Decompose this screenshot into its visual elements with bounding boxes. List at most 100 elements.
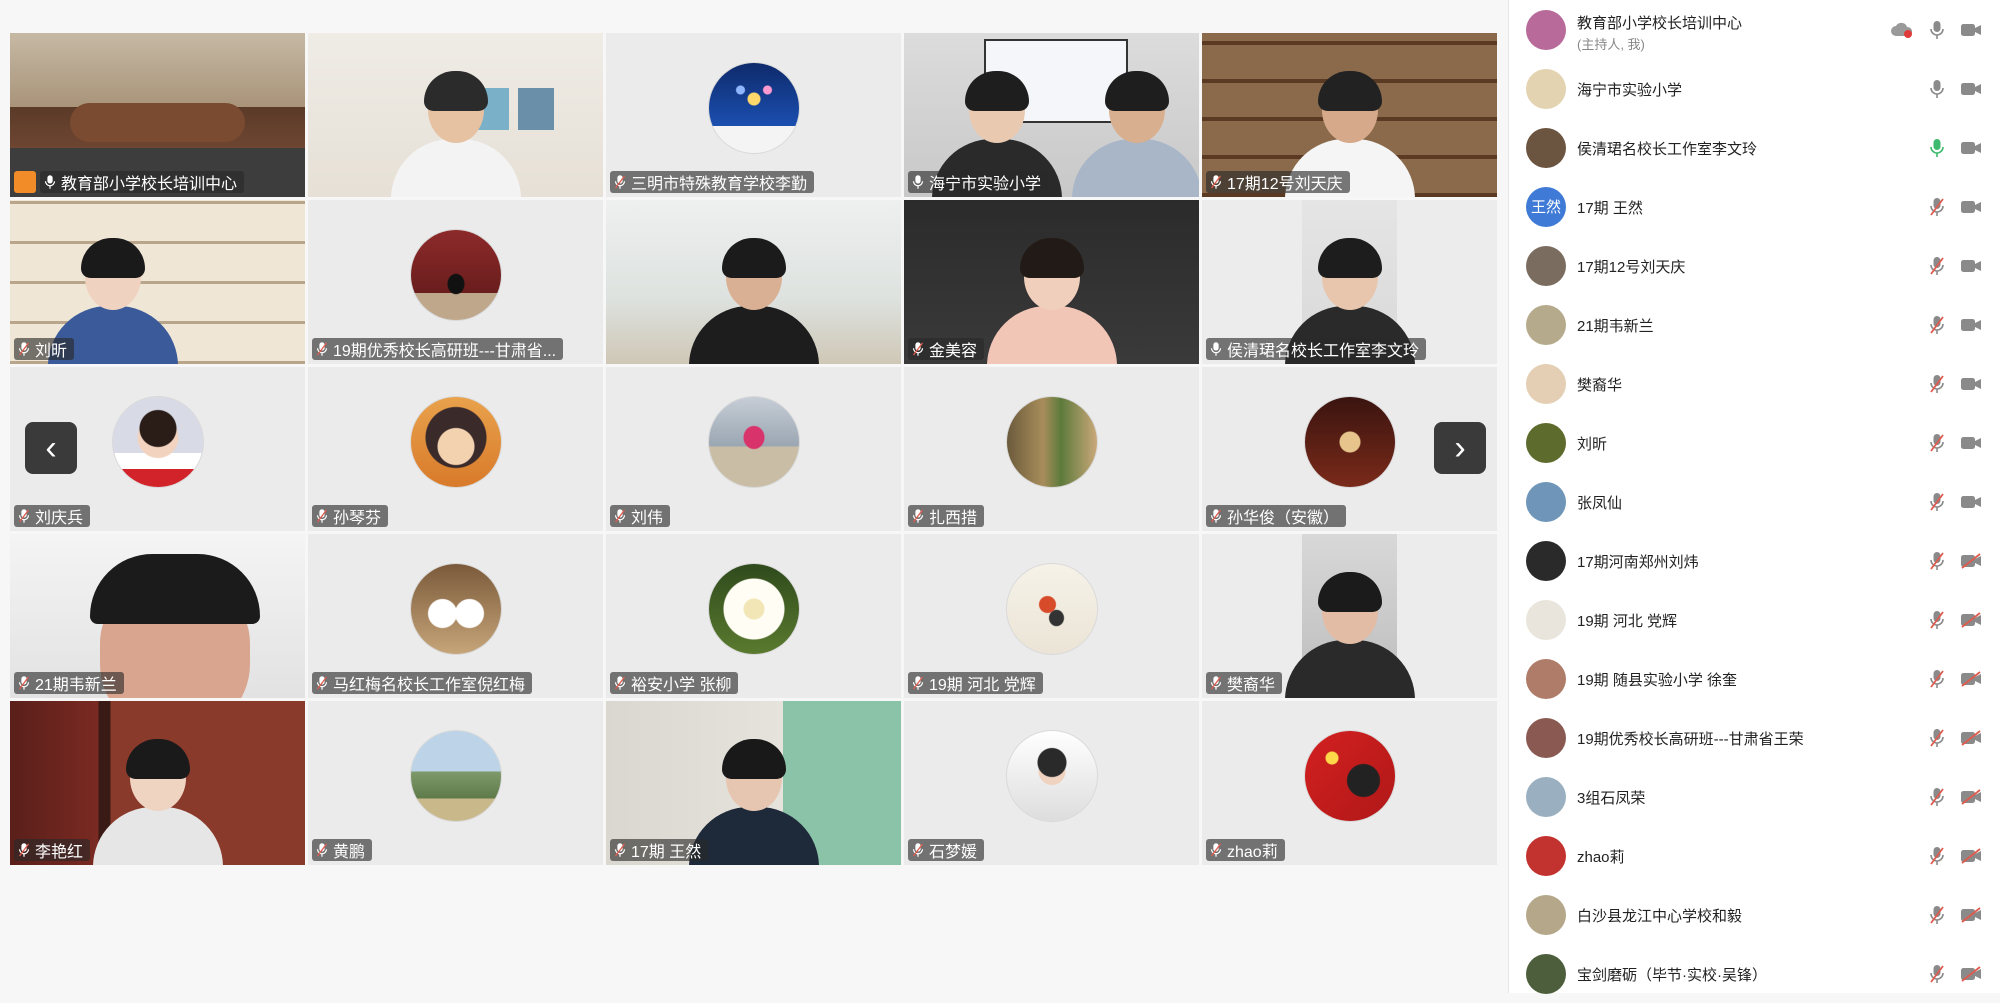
camera-off-icon[interactable] <box>1960 848 1982 864</box>
video-tile[interactable]: 21期韦新兰 <box>10 534 305 698</box>
participant-row[interactable]: 王然 17期 王然 <box>1509 177 2000 236</box>
mic-muted-icon[interactable] <box>1929 728 1945 748</box>
video-tile[interactable]: 刘昕 <box>10 200 305 364</box>
video-tile[interactable]: 海宁市实验小学 <box>904 33 1199 197</box>
participant-row[interactable]: 21期韦新兰 <box>1509 295 2000 354</box>
participant-row[interactable]: 19期 河北 党辉 <box>1509 590 2000 649</box>
video-tile[interactable] <box>308 33 603 197</box>
camera-icon[interactable] <box>1960 199 1982 215</box>
camera-off-icon[interactable] <box>1960 907 1982 923</box>
video-tile[interactable]: 黄鹏 <box>308 701 603 865</box>
camera-icon[interactable] <box>1960 376 1982 392</box>
mic-muted-icon[interactable] <box>1929 787 1945 807</box>
camera-off-icon[interactable] <box>1960 671 1982 687</box>
camera-icon[interactable] <box>1960 258 1982 274</box>
participant-name-tag: zhao莉 <box>1206 839 1285 861</box>
mic-muted-icon[interactable] <box>1929 374 1945 394</box>
cloud-record-icon[interactable] <box>1890 21 1914 39</box>
mic-muted-icon[interactable] <box>1929 846 1945 866</box>
participant-row[interactable]: 17期12号刘天庆 <box>1509 236 2000 295</box>
camera-off-icon[interactable] <box>1960 553 1982 569</box>
camera-off-icon[interactable] <box>1960 730 1982 746</box>
participant-row[interactable]: zhao莉 <box>1509 826 2000 885</box>
participant-role: (主持人, 我) <box>1577 37 1645 52</box>
mic-muted-icon[interactable] <box>1929 905 1945 925</box>
camera-icon[interactable] <box>1960 317 1982 333</box>
participant-name: 扎西措 <box>929 510 978 527</box>
participant-row[interactable]: 侯清珺名校长工作室李文玲 <box>1509 118 2000 177</box>
participant-row[interactable]: 刘昕 <box>1509 413 2000 472</box>
camera-off-icon[interactable] <box>1960 966 1982 982</box>
participant-name-tag: 21期韦新兰 <box>14 672 124 694</box>
mic-icon <box>912 174 924 190</box>
mic-muted-icon[interactable] <box>1929 551 1945 571</box>
video-tile[interactable]: 教育部小学校长培训中心 <box>10 33 305 197</box>
video-tile[interactable]: 刘伟 <box>606 367 901 531</box>
camera-icon[interactable] <box>1960 435 1982 451</box>
participant-row[interactable]: 樊裔华 <box>1509 354 2000 413</box>
participant-name: 孙华俊（安徽） <box>1227 510 1340 527</box>
video-tile[interactable]: zhao莉 <box>1202 701 1497 865</box>
mic-icon[interactable] <box>1929 79 1945 99</box>
participant-avatar <box>1526 304 1566 345</box>
video-tile[interactable]: 19期 河北 党辉 <box>904 534 1199 698</box>
video-tile[interactable]: 马红梅名校长工作室倪红梅 <box>308 534 603 698</box>
participant-row[interactable]: 17期河南郑州刘炜 <box>1509 531 2000 590</box>
participant-row[interactable]: 海宁市实验小学 <box>1509 59 2000 118</box>
participant-avatar <box>1526 245 1566 286</box>
participant-name-tag: 孙华俊（安徽） <box>1206 505 1347 527</box>
participant-row[interactable]: 19期优秀校长高研班---甘肃省王荣 <box>1509 708 2000 767</box>
video-tile[interactable]: 三明市特殊教育学校李勤 <box>606 33 901 197</box>
previous-page-button[interactable]: ‹ <box>25 422 77 474</box>
mic-icon <box>1210 341 1222 357</box>
video-tile[interactable]: 裕安小学 张柳 <box>606 534 901 698</box>
video-tile[interactable]: 孙琴芬 <box>308 367 603 531</box>
camera-icon[interactable] <box>1960 81 1982 97</box>
video-tile[interactable]: 樊裔华 <box>1202 534 1497 698</box>
video-tile[interactable]: 石梦媛 <box>904 701 1199 865</box>
person-body <box>986 306 1117 364</box>
mic-muted-icon[interactable] <box>1929 197 1945 217</box>
mic-muted-icon[interactable] <box>1929 433 1945 453</box>
camera-icon[interactable] <box>1960 140 1982 156</box>
video-tile[interactable]: 侯清珺名校长工作室李文玲 <box>1202 200 1497 364</box>
video-tile[interactable] <box>606 200 901 364</box>
participant-avatar <box>1526 68 1566 109</box>
mic-muted-icon[interactable] <box>1929 256 1945 276</box>
camera-icon[interactable] <box>1960 22 1982 38</box>
video-tile[interactable]: 17期 王然 <box>606 701 901 865</box>
participant-avatar <box>1006 397 1097 487</box>
participant-avatar <box>1526 776 1566 817</box>
participant-row[interactable]: 白沙县龙江中心学校和毅 <box>1509 885 2000 944</box>
participant-avatar: 王然 <box>1526 186 1566 227</box>
mic-muted-icon <box>1210 508 1222 524</box>
video-tile[interactable]: 19期优秀校长高研班---甘肃省... <box>308 200 603 364</box>
participant-row[interactable]: 张凤仙 <box>1509 472 2000 531</box>
mic-muted-icon[interactable] <box>1929 492 1945 512</box>
chevron-left-icon: ‹ <box>45 429 57 467</box>
mic-muted-icon[interactable] <box>1929 610 1945 630</box>
mic-muted-icon[interactable] <box>1929 669 1945 689</box>
mic-muted-icon <box>912 508 924 524</box>
camera-icon[interactable] <box>1960 494 1982 510</box>
participant-row[interactable]: 19期 随县实验小学 徐奎 <box>1509 649 2000 708</box>
video-tile[interactable]: 李艳红 <box>10 701 305 865</box>
mic-icon[interactable] <box>1929 138 1945 158</box>
participant-name-tag: 海宁市实验小学 <box>908 171 1049 193</box>
video-tile[interactable]: 金美容 <box>904 200 1199 364</box>
camera-off-icon[interactable] <box>1960 612 1982 628</box>
person-hair <box>964 71 1029 111</box>
participant-row[interactable]: 宝剑磨砺（毕节·实校·吴锋） <box>1509 944 2000 1003</box>
camera-off-icon[interactable] <box>1960 789 1982 805</box>
mic-muted-icon[interactable] <box>1929 964 1945 984</box>
participant-name-tag: 刘伟 <box>610 505 671 527</box>
person-hair <box>423 71 488 111</box>
mic-muted-icon[interactable] <box>1929 315 1945 335</box>
video-tile[interactable]: 扎西措 <box>904 367 1199 531</box>
participant-name: 19期优秀校长高研班---甘肃省王荣 <box>1577 731 1804 748</box>
next-page-button[interactable]: › <box>1434 422 1486 474</box>
participant-row[interactable]: 3组石凤荣 <box>1509 767 2000 826</box>
video-tile[interactable]: 17期12号刘天庆 <box>1202 33 1497 197</box>
participant-row[interactable]: 教育部小学校长培训中心 (主持人, 我) <box>1509 0 2000 59</box>
mic-icon[interactable] <box>1929 20 1945 40</box>
